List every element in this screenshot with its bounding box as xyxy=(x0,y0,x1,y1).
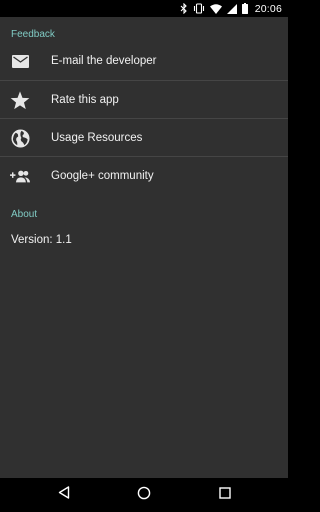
home-button[interactable] xyxy=(124,478,164,512)
preferences-list: Feedback E-mail the developer Rate this … xyxy=(0,17,288,478)
usage-resources-label: Usage Resources xyxy=(51,132,143,144)
bluetooth-icon xyxy=(180,3,188,14)
google-plus-community-label: Google+ community xyxy=(51,170,154,182)
wifi-icon xyxy=(209,3,222,14)
battery-icon xyxy=(241,3,248,14)
cell-signal-icon xyxy=(226,3,237,14)
usage-resources-item[interactable]: Usage Resources xyxy=(0,119,288,157)
status-time: 20:06 xyxy=(254,2,282,15)
rate-app-label: Rate this app xyxy=(51,94,119,106)
version-text: Version: 1.1 xyxy=(11,234,72,246)
settings-screen: 20:06 Feedback E-mail the developer Rate… xyxy=(0,0,288,512)
group-add-icon xyxy=(10,166,30,186)
section-header-about: About xyxy=(11,209,38,220)
google-plus-community-item[interactable]: Google+ community xyxy=(0,157,288,195)
star-icon xyxy=(10,90,30,110)
globe-icon xyxy=(10,128,30,148)
email-icon xyxy=(10,51,30,71)
section-header-feedback: Feedback xyxy=(11,29,55,40)
recents-button[interactable] xyxy=(205,478,245,512)
status-bar: 20:06 xyxy=(0,0,288,17)
back-button[interactable] xyxy=(44,478,84,512)
rate-app-item[interactable]: Rate this app xyxy=(0,81,288,119)
recents-icon xyxy=(219,486,231,504)
email-developer-item[interactable]: E-mail the developer xyxy=(0,42,288,80)
vibrate-icon xyxy=(193,3,205,14)
email-developer-label: E-mail the developer xyxy=(51,55,157,67)
back-icon xyxy=(58,486,70,504)
home-icon xyxy=(137,486,151,505)
navigation-bar xyxy=(0,478,288,512)
